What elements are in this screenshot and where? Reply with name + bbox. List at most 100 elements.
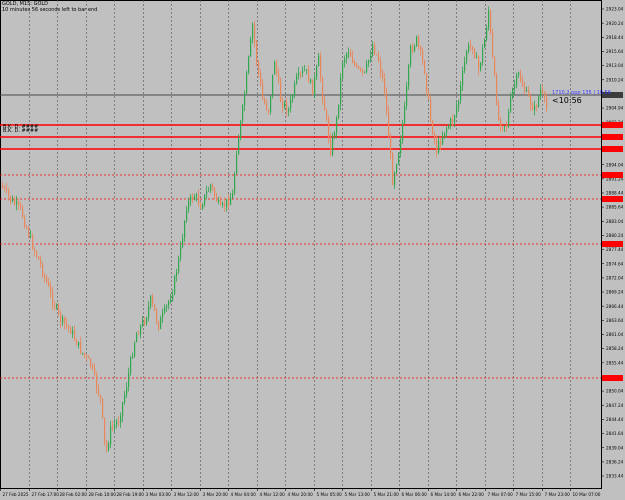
candle-body (316, 66, 318, 78)
candle-body (468, 45, 470, 52)
price-chart[interactable]: 27 Feb 2025 27 Feb 17:00 28 Feb 02:00 28 Fe… (0, 0, 625, 500)
price-tick-label: 2880.24 (606, 233, 624, 238)
time-tick-label: 28 Feb 10:00 (89, 492, 117, 497)
candle-body (90, 358, 92, 367)
time-tick-label: 10 Mar 07:00 (573, 492, 601, 497)
candle-body (344, 58, 346, 63)
candle-body (106, 442, 108, 450)
candle-body (488, 10, 490, 28)
price-tick-label: 2874.64 (606, 261, 624, 266)
price-tick-label: 2894.04 (606, 162, 624, 167)
candle-body (422, 50, 424, 62)
candle-body (234, 173, 236, 194)
candle-body (272, 74, 274, 96)
candle-body (148, 306, 150, 318)
candle-body (160, 317, 162, 330)
candle-body (292, 95, 294, 100)
candle-body (212, 184, 214, 189)
candle-body (176, 272, 178, 276)
candle-body (98, 388, 100, 396)
candle-body (506, 125, 508, 127)
price-tick-label: 2869.24 (606, 290, 624, 295)
candle-body (240, 120, 242, 139)
candle-body (136, 333, 138, 343)
candle-body (210, 184, 212, 191)
time-tick-label: 3 Mar 12:00 (174, 492, 200, 497)
candle-body (508, 111, 510, 127)
price-tick-label: 2861.04 (606, 332, 624, 337)
candle-body (326, 110, 328, 119)
candle-body (214, 188, 216, 196)
candle-body (310, 79, 312, 83)
candle-body (194, 196, 196, 200)
candle-body (478, 56, 480, 70)
price-tick-label: 2836.24 (606, 459, 624, 464)
candle-body (168, 301, 170, 306)
candle-body (188, 200, 190, 210)
price-tick-label: 2844.44 (606, 417, 624, 422)
candle-body (412, 46, 414, 51)
candle-body (6, 188, 8, 190)
candle-body (78, 341, 80, 346)
candle-body (96, 374, 98, 389)
candle-body (252, 24, 254, 39)
time-tick-label: 5 Mar 05:00 (317, 492, 343, 497)
candle-body (202, 204, 204, 209)
candle-body (154, 303, 156, 311)
level-price-tag (602, 241, 623, 247)
candle-body (464, 61, 466, 71)
price-tick-label: 2913.04 (606, 63, 624, 68)
candle-body (276, 62, 278, 74)
candle-body (186, 209, 188, 221)
candle-body (396, 164, 398, 173)
candle-body (492, 32, 494, 58)
candle-body (222, 203, 224, 206)
price-tick-label: 2866.44 (606, 304, 624, 309)
candle-body (200, 204, 202, 209)
candle-body (262, 84, 264, 100)
candle-body (82, 352, 84, 354)
candle-body (406, 86, 408, 106)
candle-body (294, 83, 296, 96)
candle-body (342, 62, 344, 79)
candle-body (144, 320, 146, 324)
candle-body (142, 320, 144, 326)
candle-body (266, 103, 268, 110)
candle-body (546, 97, 548, 109)
candle-body (362, 69, 364, 73)
candle-body (336, 117, 338, 133)
candle-body (314, 77, 316, 95)
candle-body (364, 71, 366, 73)
candle-body (426, 73, 428, 92)
candle-body (306, 69, 308, 71)
candle-body (290, 99, 292, 110)
candle-body (52, 292, 54, 305)
bar-timer-label: 10 minutes 56 seconds left to bar end (2, 7, 98, 13)
price-tick-label: 2885.64 (606, 205, 624, 210)
candle-body (472, 46, 474, 50)
candle-body (302, 70, 304, 74)
bar-countdown: <10:56 (552, 96, 582, 105)
candle-body (156, 310, 158, 322)
candle-body (74, 330, 76, 340)
candle-body (512, 88, 514, 98)
chart-window[interactable]: 27 Feb 2025 27 Feb 17:00 28 Feb 02:00 28 Fe… (0, 0, 625, 500)
candle-body (110, 426, 112, 445)
candle-body (528, 90, 530, 97)
candle-body (298, 72, 300, 76)
candle-body (354, 62, 356, 65)
candle-body (208, 190, 210, 192)
candle-body (486, 27, 488, 40)
candle-body (504, 125, 506, 127)
candle-body (184, 220, 186, 238)
candle-body (388, 111, 390, 138)
candle-body (448, 125, 450, 129)
candle-body (118, 421, 120, 423)
candle-body (164, 307, 166, 313)
candle-body (242, 105, 244, 121)
plot-frame (0, 0, 602, 489)
time-tick-label: 4 Mar 20:00 (288, 492, 314, 497)
candle-body (386, 92, 388, 112)
candle-body (250, 38, 252, 57)
candle-body (532, 104, 534, 111)
